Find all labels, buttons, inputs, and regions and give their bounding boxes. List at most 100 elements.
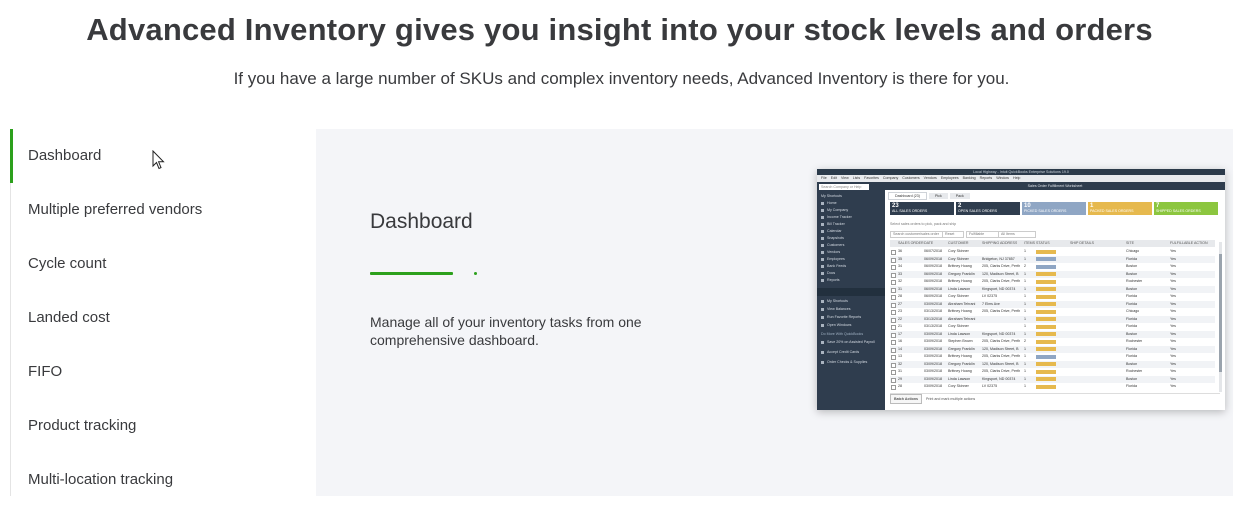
app-sidebar-label: Accept Credit Cards [827, 350, 860, 354]
table-cell-site: Boston [1126, 376, 1138, 381]
table-cell-customer: Abraham Tehrani [948, 316, 976, 321]
app-search-field: Search Company or Help [819, 184, 869, 190]
table-cell-fulfillable: Yes [1170, 361, 1176, 366]
table-cell-addr: Kingsport, ND 00374 [982, 376, 1016, 381]
table-cell-fulfillable: Yes [1170, 271, 1176, 276]
table-cell-site: Chicago [1126, 249, 1140, 253]
app-sidebar-label: Snapshots [827, 236, 844, 240]
table-cell-customer: Linda Lawson [948, 286, 971, 291]
row-checkbox [891, 377, 896, 383]
table-cell-fulfillable: Yes [1170, 294, 1176, 298]
row-checkbox [891, 317, 896, 323]
table-cell-so: 22 [898, 316, 902, 321]
status-badge [1036, 294, 1056, 299]
table-scrollbar [1219, 242, 1222, 392]
table-cell-fulfillable: Yes [1170, 316, 1176, 321]
status-card-label: SHIPPED SALES ORDERS [1156, 209, 1201, 213]
sidebar-item-icon [821, 222, 824, 226]
table-cell-so: 13 [898, 354, 902, 358]
app-sidebar-label: Docs [827, 271, 836, 275]
orders-table-header: SALES ORDER DATE CUSTOMER SHIPPING ADDRESS I… [890, 240, 1215, 247]
app-sidebar-item: My Company [821, 207, 848, 213]
table-cell-items: 1 [1024, 301, 1026, 306]
table-cell-items: 2 [1024, 264, 1026, 268]
app-sidebar-label: Home [827, 201, 837, 205]
row-checkbox [891, 287, 896, 293]
tab-cycle-count[interactable]: Cycle count [10, 237, 310, 291]
app-sidebar-item: Open Windows [821, 322, 851, 328]
table-cell-so: 32 [898, 279, 902, 283]
table-cell-site: Florida [1126, 301, 1137, 306]
app-menu-item: Favorites [864, 176, 879, 180]
app-sidebar-item: Accept Credit Cards [821, 349, 859, 355]
filter-controls: Search customer/sales order Reset Fulfilla… [890, 231, 1221, 238]
table-cell-addr: 205, Clarks Drive, Perth [982, 354, 1021, 358]
table-cell-customer: Cory Skinner [948, 294, 969, 298]
table-cell-items: 1 [1024, 384, 1026, 388]
app-sidebar-item: Employees [821, 256, 845, 262]
tab-multiple-preferred-vendors[interactable]: Multiple preferred vendors [10, 183, 310, 237]
tab-multi-location-tracking[interactable]: Multi-location tracking [10, 453, 310, 507]
table-cell-date: 06/09/2018 [924, 279, 942, 283]
table-cell-fulfillable: Yes [1170, 324, 1176, 328]
table-cell-date: 03/09/2018 [924, 301, 942, 306]
status-card-label: OPEN SALES ORDERS [958, 209, 998, 213]
table-cell-so: 23 [898, 309, 902, 313]
table-cell-addr: 205, Clarks Drive, Perth [982, 279, 1021, 283]
table-cell-date: 03/13/2018 [924, 324, 942, 328]
table-cell-date: 03/09/2018 [924, 376, 942, 381]
table-cell-site: Florida [1126, 346, 1137, 351]
table-cell-addr: 205, Clarks Drive, Perth [982, 369, 1021, 373]
app-menu-item: Window [996, 176, 1010, 180]
app-menu-item: File [821, 176, 827, 180]
status-badge [1036, 354, 1056, 359]
footer-hint: Print and mark multiple actions [926, 397, 976, 401]
sidebar-item-icon [821, 307, 824, 311]
row-checkbox [891, 280, 896, 285]
table-cell-date: 03/09/2018 [924, 339, 942, 343]
table-row: 29 03/09/2018 Linda Lawson Kingsport, ND 00… [890, 375, 1215, 383]
sidebar-item-icon [821, 208, 824, 212]
app-sidebar-label: Vendors [827, 250, 841, 254]
table-cell-fulfillable: Yes [1170, 286, 1176, 291]
table-cell-site: Rochester [1126, 279, 1143, 283]
row-checkbox [891, 347, 896, 353]
table-cell-site: Florida [1126, 324, 1137, 328]
table-cell-site: Florida [1126, 384, 1137, 388]
tab-product-tracking[interactable]: Product tracking [10, 399, 310, 453]
table-cell-fulfillable: Yes [1170, 331, 1176, 336]
row-checkbox [891, 340, 896, 345]
app-sidebar-item: Docs [821, 270, 835, 276]
row-checkbox [891, 385, 896, 390]
table-cell-so: 21 [898, 324, 902, 328]
table-cell-date: 06/09/2018 [924, 264, 942, 268]
table-cell-items: 1 [1024, 271, 1026, 276]
sidebar-separator [817, 288, 885, 296]
status-card-label: PICKED SALES ORDERS [1024, 209, 1067, 213]
column-header: SALES ORDER [898, 241, 924, 245]
worksheet-header: Sales Order Fulfillment Worksheet [885, 182, 1225, 190]
sidebar-item-icon [821, 264, 824, 268]
tab-landed-cost[interactable]: Landed cost [10, 291, 310, 345]
tab-fifo[interactable]: FIFO [10, 345, 310, 399]
sidebar-item-icon [821, 350, 824, 354]
sidebar-item-icon [821, 250, 824, 254]
status-badge [1036, 369, 1056, 374]
table-row: 16 03/09/2018 Stephen Brown 205, Clarks Dri… [890, 338, 1215, 345]
table-row: 23 03/13/2018 Brittney Hoang 205, Clarks Dr… [890, 308, 1215, 315]
worksheet-tabs: Dashboard (23) Pick Pack [888, 192, 972, 200]
filter-hint: Select sales orders to pick, pack and sh… [890, 222, 957, 226]
app-sidebar-label: Income Tracker [827, 215, 852, 219]
app-sidebar: Search Company or Help My Shortcuts Home M… [817, 182, 885, 410]
table-cell-site: Florida [1126, 294, 1137, 298]
batch-actions-button: Batch Actions [890, 394, 923, 404]
app-sidebar-item: My Shortcuts [821, 193, 842, 199]
sidebar-item-icon [821, 315, 824, 319]
app-sidebar-label: Order Checks & Supplies [827, 360, 868, 364]
table-cell-customer: Cory Skinner [948, 249, 969, 253]
app-sidebar-item: Home [821, 200, 837, 206]
app-sidebar-label: Open Windows [827, 323, 852, 327]
table-cell-site: Boston [1126, 361, 1138, 366]
filter-control: Fulfillable [966, 231, 1002, 238]
status-badge [1036, 302, 1056, 306]
